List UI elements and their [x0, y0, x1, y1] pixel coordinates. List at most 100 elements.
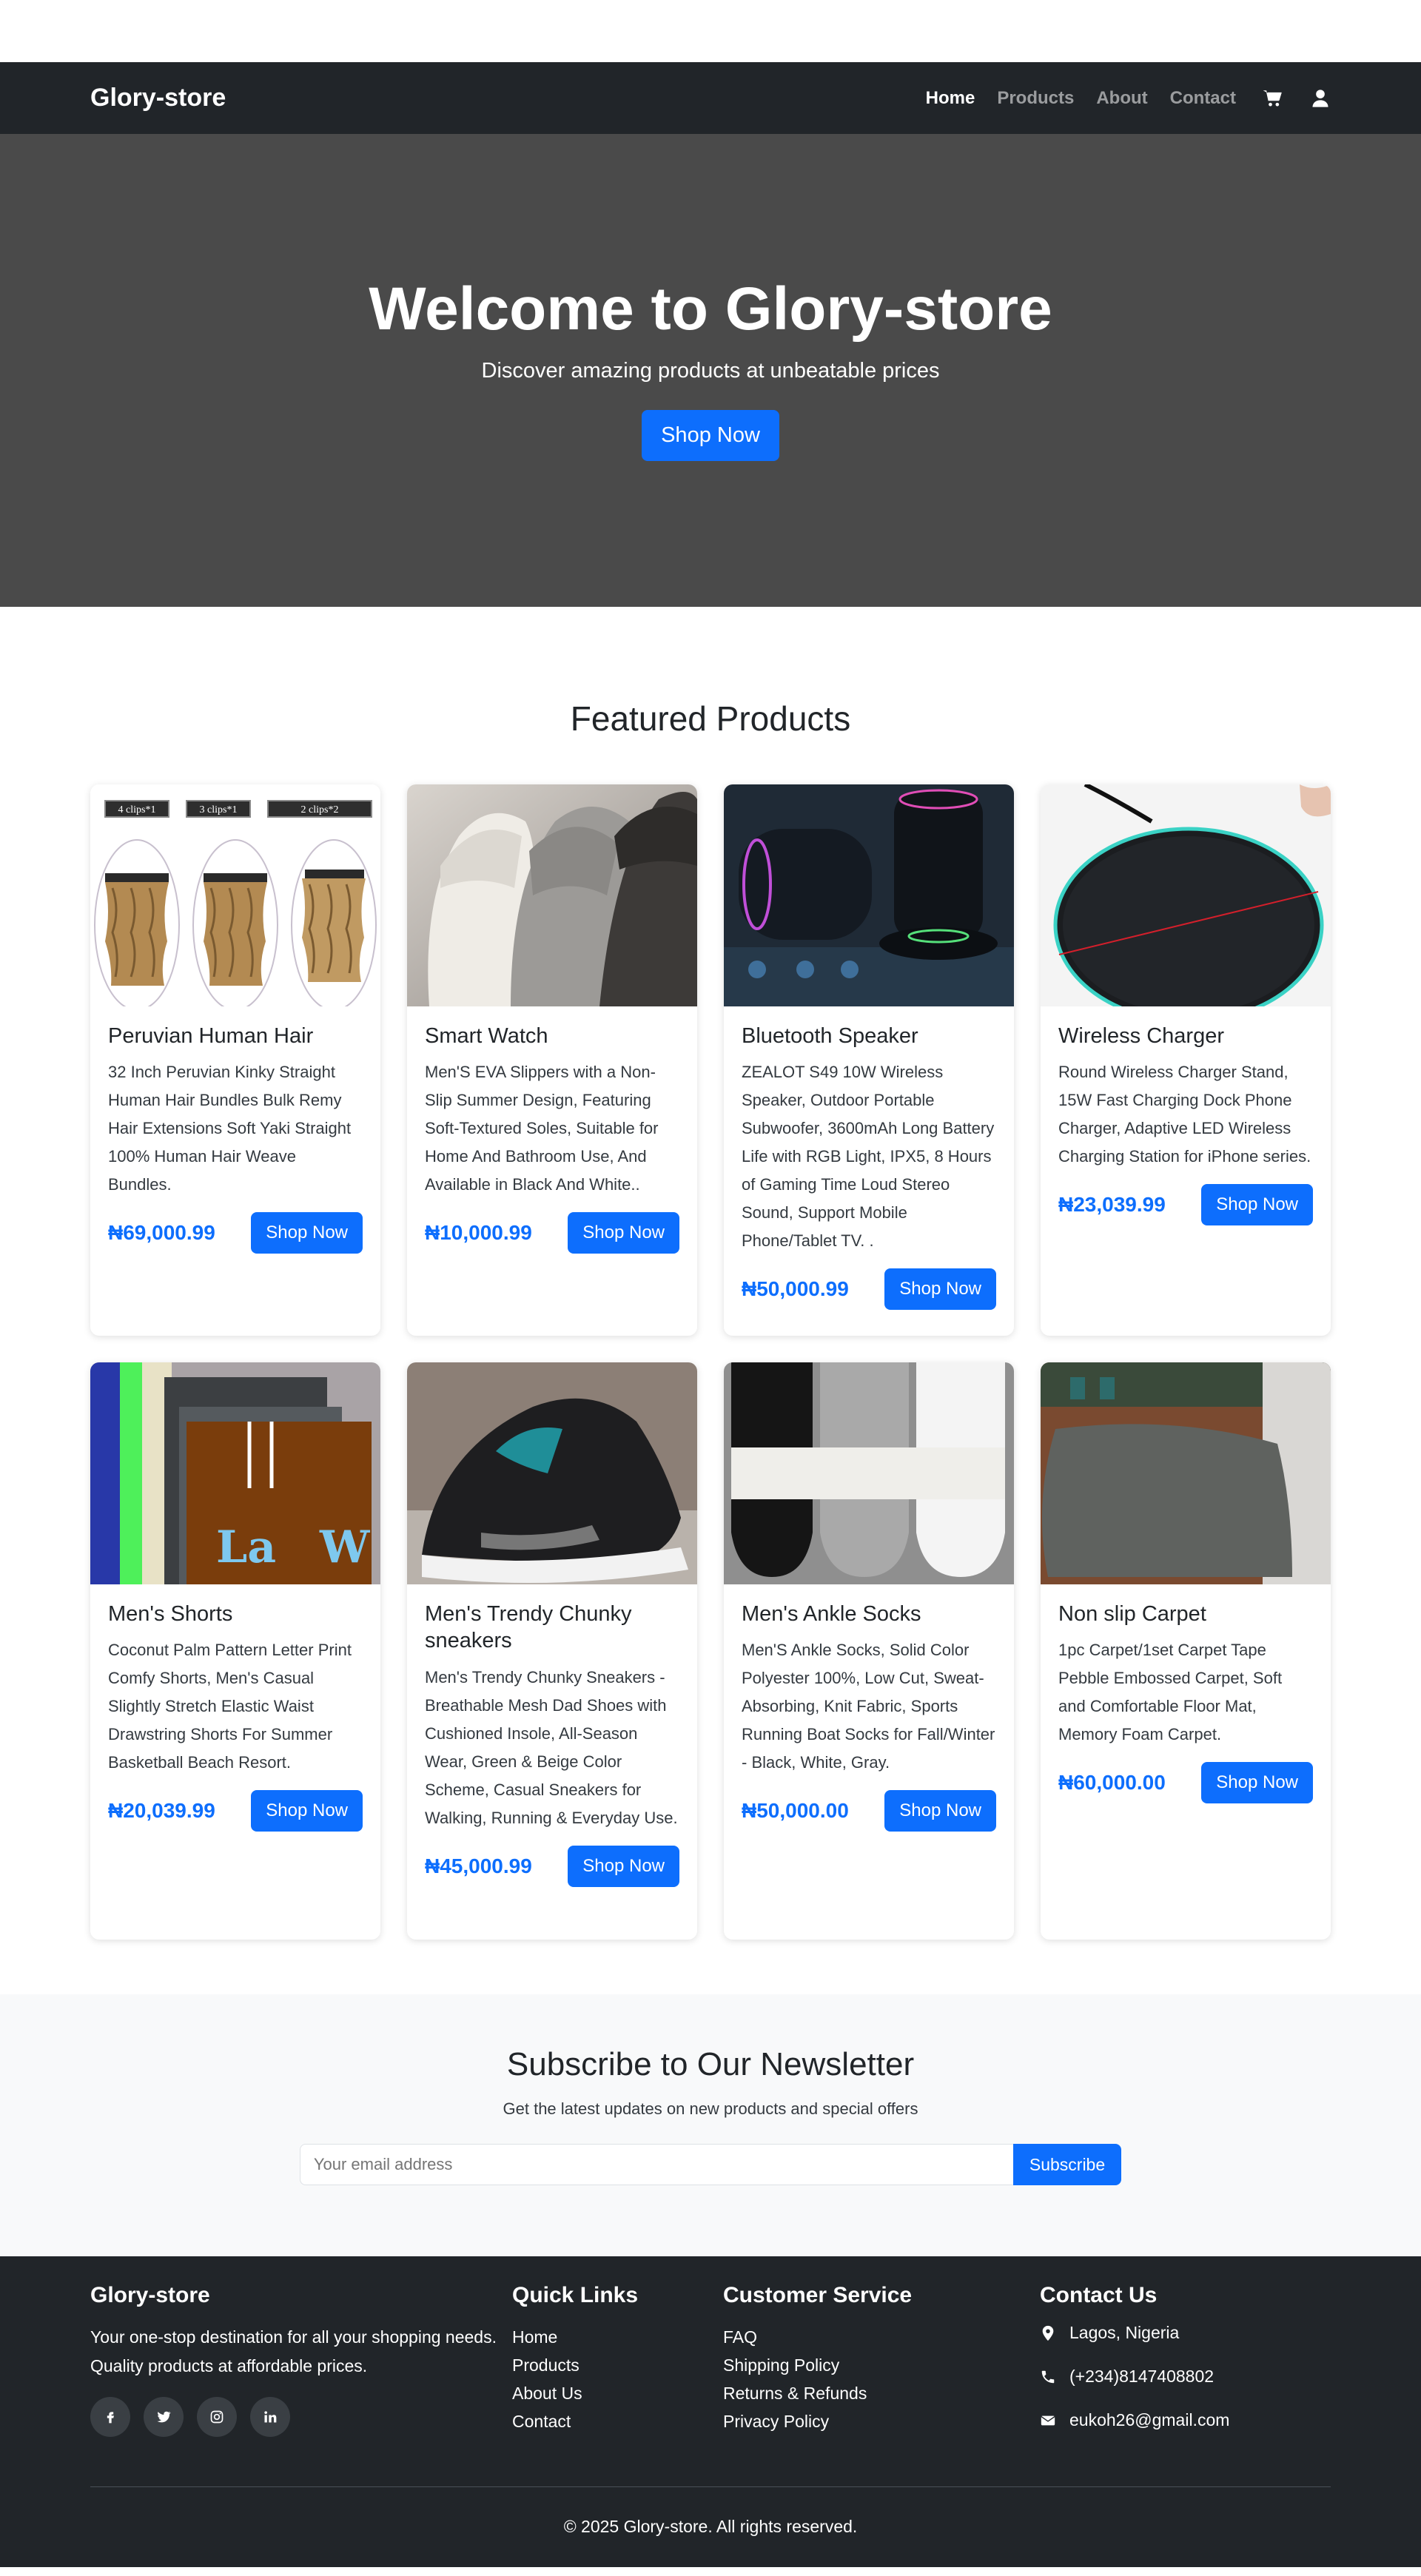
- product-description: Men's Trendy Chunky Sneakers - Breathabl…: [425, 1667, 678, 1827]
- product-card: Men's Trendy Chunky sneakers Men's Trend…: [407, 1362, 697, 1940]
- product-footer: ₦60,000.00 Shop Now: [1058, 1762, 1313, 1804]
- newsletter-subtitle: Get the latest updates on new products a…: [503, 2099, 918, 2118]
- product-grid: 4 clips*1 3 clips*1 2 clips*2 Peruvian H…: [90, 784, 1331, 1940]
- product-name: Men's Shorts: [108, 1602, 233, 1626]
- instagram-icon[interactable]: [197, 2397, 237, 2437]
- brand-logo[interactable]: Glory-store: [90, 84, 226, 112]
- svg-text:W: W: [319, 1521, 371, 1573]
- product-image-shorts: La W: [90, 1362, 380, 1584]
- contact-location-text: Lagos, Nigeria: [1069, 2323, 1180, 2342]
- product-image-socks: [724, 1362, 1014, 1584]
- product-price: ₦50,000.99: [742, 1277, 849, 1301]
- twitter-icon[interactable]: [144, 2397, 184, 2437]
- product-footer: ₦10,000.99 Shop Now: [425, 1212, 679, 1254]
- product-description: Round Wireless Charger Stand, 15W Fast C…: [1058, 1063, 1311, 1166]
- linkedin-icon[interactable]: [250, 2397, 290, 2437]
- product-shop-now-button[interactable]: Shop Now: [568, 1845, 679, 1887]
- product-card: Bluetooth Speaker ZEALOT S49 10W Wireles…: [724, 784, 1014, 1336]
- product-card: Wireless Charger Round Wireless Charger …: [1041, 784, 1331, 1336]
- footer-contact: Contact Us Lagos, Nigeria (+234)81474088…: [1040, 2283, 1229, 2454]
- product-image-hair: 4 clips*1 3 clips*1 2 clips*2: [90, 784, 380, 1006]
- product-name: Men's Trendy Chunky sneakers: [425, 1602, 632, 1653]
- product-footer: ₦45,000.99 Shop Now: [425, 1845, 679, 1887]
- product-shop-now-button[interactable]: Shop Now: [251, 1790, 363, 1832]
- footer-about: Glory-store Your one-stop destination fo…: [90, 2283, 512, 2454]
- quick-links-title: Quick Links: [512, 2283, 639, 2307]
- social-links: [90, 2397, 512, 2437]
- footer-link-home[interactable]: Home: [512, 2323, 723, 2351]
- product-footer: ₦20,039.99 Shop Now: [108, 1790, 363, 1832]
- hair-label-1: 4 clips*1: [118, 804, 156, 815]
- product-card-body: Men's Ankle Socks Men'S Ankle Socks, Sol…: [724, 1584, 1014, 1849]
- product-image-sneakers: [407, 1362, 697, 1584]
- product-card-body: Men's Trendy Chunky sneakers Men's Trend…: [407, 1584, 697, 1905]
- facebook-icon[interactable]: [90, 2397, 130, 2437]
- footer-link-about-us[interactable]: About Us: [512, 2379, 723, 2407]
- location-pin-icon: [1042, 2325, 1054, 2341]
- product-card: 4 clips*1 3 clips*1 2 clips*2 Peruvian H…: [90, 784, 380, 1336]
- product-price: ₦45,000.99: [425, 1854, 532, 1877]
- product-price: ₦23,039.99: [1058, 1193, 1166, 1217]
- footer-link-contact[interactable]: Contact: [512, 2407, 723, 2435]
- nav-menu: Home Products About Contact: [926, 88, 1331, 109]
- nav-link-products[interactable]: Products: [997, 88, 1074, 109]
- product-price: ₦20,039.99: [108, 1799, 215, 1823]
- product-image-speaker: [724, 784, 1014, 1006]
- footer-link-privacy-policy[interactable]: Privacy Policy: [723, 2407, 1040, 2435]
- product-image-carpet: [1041, 1362, 1331, 1584]
- product-shop-now-button[interactable]: Shop Now: [251, 1212, 363, 1254]
- product-footer: ₦50,000.99 Shop Now: [742, 1268, 996, 1311]
- product-card-body: Peruvian Human Hair 32 Inch Peruvian Kin…: [90, 1006, 380, 1271]
- featured-products-section: Featured Products 4 clips*1 3 clips*1 2 …: [0, 607, 1421, 1994]
- nav-link-about[interactable]: About: [1096, 88, 1147, 109]
- newsletter-section: Subscribe to Our Newsletter Get the late…: [0, 1994, 1421, 2256]
- product-description: 32 Inch Peruvian Kinky Straight Human Ha…: [108, 1063, 352, 1194]
- product-shop-now-button[interactable]: Shop Now: [568, 1212, 679, 1254]
- product-card: Non slip Carpet 1pc Carpet/1set Carpet T…: [1041, 1362, 1331, 1940]
- contact-email: eukoh26@gmail.com: [1040, 2410, 1229, 2430]
- footer-link-returns-refunds[interactable]: Returns & Refunds: [723, 2379, 1040, 2407]
- customer-service-title: Customer Service: [723, 2283, 913, 2307]
- hero-shop-now-button[interactable]: Shop Now: [642, 410, 779, 461]
- copyright: © 2025 Glory-store. All rights reserved.: [563, 2517, 858, 2536]
- email-input[interactable]: [299, 2144, 1013, 2185]
- product-card-body: Bluetooth Speaker ZEALOT S49 10W Wireles…: [724, 1006, 1014, 1328]
- product-card: La W Men's Shorts Coconut Palm Pattern L…: [90, 1362, 380, 1940]
- footer-link-products[interactable]: Products: [512, 2351, 723, 2379]
- product-footer: ₦23,039.99 Shop Now: [1058, 1184, 1313, 1226]
- subscribe-form: Subscribe: [0, 2144, 1421, 2185]
- nav-link-contact[interactable]: Contact: [1170, 88, 1236, 109]
- product-shop-now-button[interactable]: Shop Now: [884, 1268, 996, 1311]
- user-icon[interactable]: [1310, 88, 1331, 109]
- hero-title: Welcome to Glory-store: [369, 275, 1052, 343]
- product-shop-now-button[interactable]: Shop Now: [1201, 1762, 1313, 1804]
- product-card-body: Men's Shorts Coconut Palm Pattern Letter…: [90, 1584, 380, 1849]
- product-name: Peruvian Human Hair: [108, 1024, 314, 1048]
- cart-icon[interactable]: [1263, 88, 1283, 109]
- contact-location: Lagos, Nigeria: [1040, 2323, 1229, 2343]
- product-footer: ₦69,000.99 Shop Now: [108, 1212, 363, 1254]
- navbar: Glory-store Home Products About Contact: [0, 62, 1421, 134]
- product-price: ₦50,000.00: [742, 1799, 849, 1823]
- footer: Glory-store Your one-stop destination fo…: [0, 2256, 1421, 2567]
- contact-email-text: eukoh26@gmail.com: [1069, 2410, 1230, 2429]
- svg-text:La: La: [216, 1521, 276, 1573]
- newsletter-title: Subscribe to Our Newsletter: [506, 2046, 915, 2082]
- product-shop-now-button[interactable]: Shop Now: [884, 1790, 996, 1832]
- footer-columns: Glory-store Your one-stop destination fo…: [90, 2283, 1331, 2454]
- envelope-icon: [1041, 2415, 1055, 2425]
- product-description: Men'S EVA Slippers with a Non-Slip Summe…: [425, 1063, 659, 1194]
- footer-link-faq[interactable]: FAQ: [723, 2323, 1040, 2351]
- product-price: ₦69,000.99: [108, 1221, 215, 1245]
- product-shop-now-button[interactable]: Shop Now: [1201, 1184, 1313, 1226]
- top-spacer: [0, 0, 1421, 62]
- product-card-body: Wireless Charger Round Wireless Charger …: [1041, 1006, 1331, 1243]
- hair-label-2: 3 clips*1: [200, 804, 238, 815]
- nav-link-home[interactable]: Home: [926, 88, 975, 109]
- subscribe-button[interactable]: Subscribe: [1012, 2144, 1122, 2185]
- product-price: ₦10,000.99: [425, 1221, 532, 1245]
- phone-icon: [1041, 2370, 1055, 2383]
- product-name: Non slip Carpet: [1058, 1602, 1206, 1626]
- footer-link-shipping-policy[interactable]: Shipping Policy: [723, 2351, 1040, 2379]
- contact-phone: (+234)8147408802: [1040, 2367, 1229, 2387]
